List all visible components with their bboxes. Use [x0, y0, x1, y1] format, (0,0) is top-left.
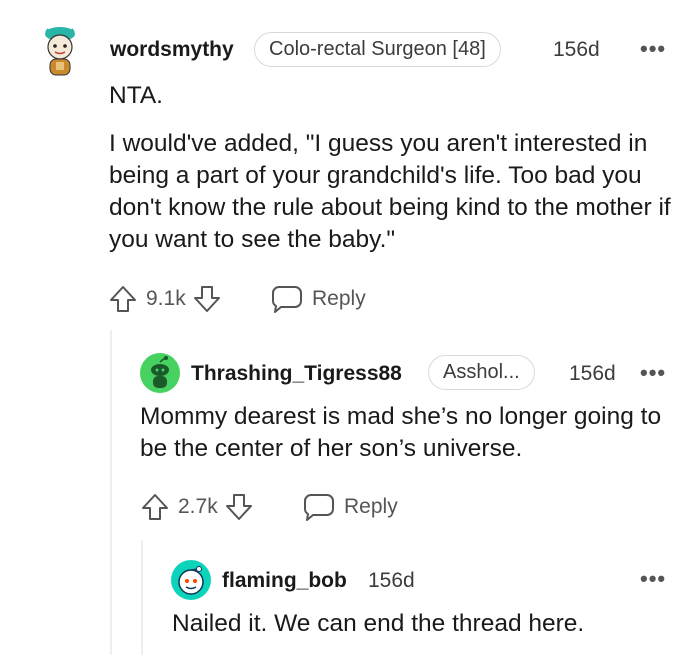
avatar[interactable] — [140, 353, 180, 393]
comment-body: Mommy dearest is mad she’s no longer goi… — [140, 401, 680, 465]
reply-button[interactable]: Reply — [303, 492, 398, 522]
comment-paragraph: Nailed it. We can end the thread here. — [172, 610, 585, 637]
vote-count: 2.7k — [178, 495, 218, 518]
reply-bubble-icon — [272, 286, 302, 313]
comment-age: 156d — [368, 569, 415, 592]
comment-paragraph: I would've added, "I guess you aren't in… — [109, 130, 671, 253]
downvote-icon[interactable] — [224, 492, 254, 522]
comment-age: 156d — [569, 362, 616, 385]
downvote-icon[interactable] — [192, 284, 222, 314]
vote-controls: 2.7k — [140, 492, 254, 522]
user-flair: Asshol... — [428, 355, 535, 390]
upvote-icon[interactable] — [140, 492, 170, 522]
more-options-icon[interactable]: ••• — [640, 36, 666, 62]
comment-paragraph: Mommy dearest is mad she’s no longer goi… — [140, 403, 662, 462]
reply-bubble-icon — [304, 494, 334, 521]
comment-username[interactable]: wordsmythy — [110, 38, 234, 62]
snoo-avatar-icon — [178, 566, 204, 595]
avatar[interactable] — [171, 560, 211, 600]
comment-paragraph: NTA. — [109, 82, 163, 109]
snoo-avatar-icon — [151, 356, 169, 388]
reply-label: Reply — [344, 495, 398, 518]
reply-button[interactable]: Reply — [271, 284, 366, 314]
comment-body: Nailed it. We can end the thread here. — [172, 608, 682, 640]
thread-line-1[interactable] — [110, 330, 112, 655]
comment-username[interactable]: flaming_bob — [222, 569, 347, 593]
comment-body: NTA. I would've added, "I guess you aren… — [109, 80, 679, 256]
more-options-icon[interactable]: ••• — [640, 360, 666, 386]
upvote-icon[interactable] — [108, 284, 138, 314]
more-options-icon[interactable]: ••• — [640, 566, 666, 592]
user-flair: Colo-rectal Surgeon [48] — [254, 32, 501, 67]
reply-label: Reply — [312, 287, 366, 310]
comment-username[interactable]: Thrashing_Tigress88 — [191, 362, 402, 386]
vote-controls: 9.1k — [108, 284, 222, 314]
thread-line-2[interactable] — [141, 540, 143, 655]
snoo-avatar-icon — [42, 26, 78, 76]
comment-age: 156d — [553, 38, 600, 61]
avatar[interactable] — [40, 22, 80, 80]
vote-count: 9.1k — [146, 287, 186, 310]
